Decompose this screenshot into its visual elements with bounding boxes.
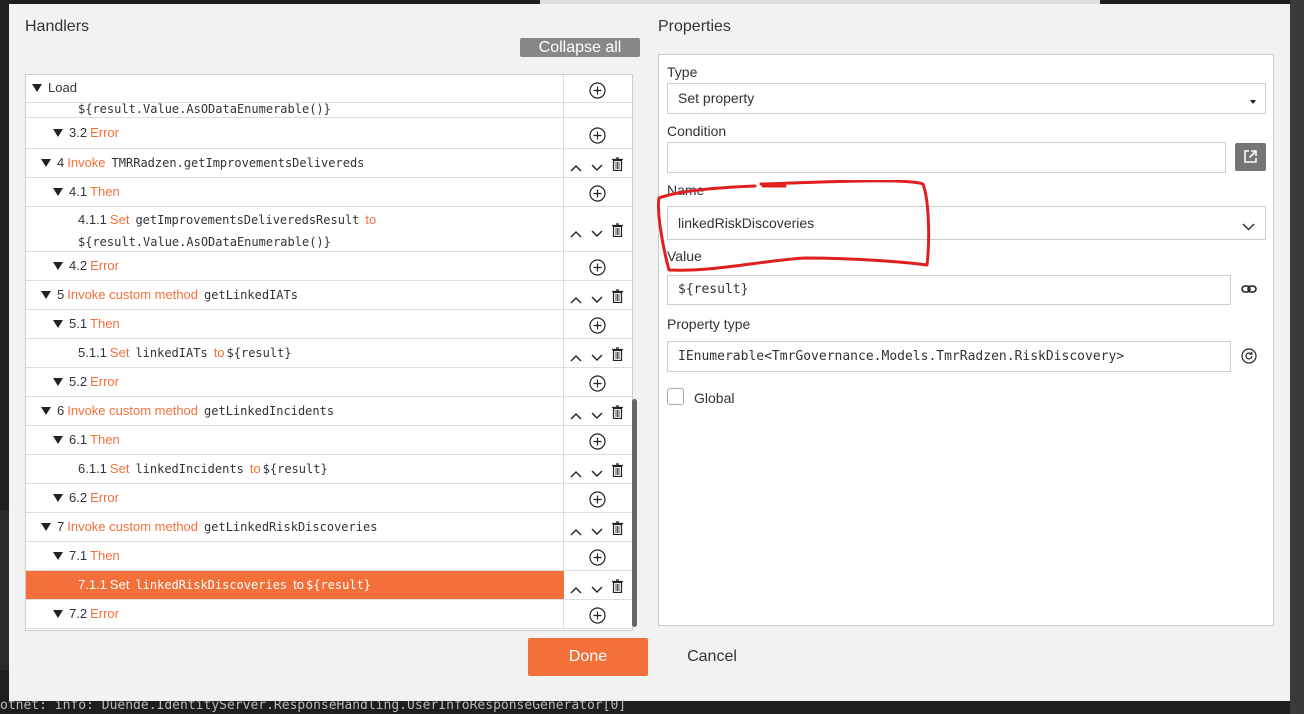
move-down-icon[interactable] — [591, 292, 603, 303]
expand-triangle-icon[interactable] — [41, 407, 51, 415]
move-up-icon[interactable] — [570, 466, 582, 478]
add-icon[interactable] — [589, 82, 606, 99]
delete-icon[interactable] — [612, 157, 623, 172]
handler-row-4-2[interactable]: 4.2 Error — [26, 252, 632, 281]
move-down-icon[interactable] — [591, 582, 603, 593]
add-icon[interactable] — [589, 317, 606, 334]
type-select[interactable]: Set property — [667, 83, 1266, 114]
handler-row-7[interactable]: 7 Invoke custom method getLinkedRiskDiscov… — [26, 513, 632, 542]
move-up-icon[interactable] — [570, 160, 582, 172]
move-down-icon[interactable] — [591, 226, 603, 237]
handler-row-6[interactable]: 6 Invoke custom method getLinkedIncidents — [26, 397, 632, 426]
move-down-icon[interactable] — [591, 408, 603, 419]
handler-row-7-2[interactable]: 7.2 Error — [26, 600, 632, 629]
properties-title: Properties — [658, 18, 731, 35]
open-expression-editor-button[interactable] — [1235, 143, 1266, 171]
link-icon[interactable] — [1241, 283, 1257, 295]
delete-icon[interactable] — [612, 579, 623, 594]
red-annotation-outline — [657, 180, 931, 272]
handler-row-6-2[interactable]: 6.2 Error — [26, 484, 632, 513]
external-link-icon — [1243, 149, 1258, 164]
handler-row-3-1-1-tail[interactable]: ${result.Value.AsODataEnumerable()} — [26, 102, 632, 118]
expand-triangle-icon[interactable] — [53, 436, 63, 444]
delete-icon[interactable] — [612, 405, 623, 420]
properties-panel: Type Set property Condition Name linkedR… — [658, 54, 1274, 626]
handlers-title: Handlers — [25, 18, 90, 35]
expand-triangle-icon[interactable] — [53, 262, 63, 270]
cancel-button[interactable]: Cancel — [669, 638, 755, 676]
event-title: Load — [48, 80, 77, 95]
move-down-icon[interactable] — [591, 466, 603, 477]
handler-row-5-2[interactable]: 5.2 Error — [26, 368, 632, 397]
property-type-text: IEnumerable<TmrGovernance.Models.TmrRadz… — [678, 349, 1125, 364]
condition-input[interactable] — [667, 142, 1226, 173]
delete-icon[interactable] — [612, 463, 623, 478]
condition-label: Condition — [667, 123, 727, 139]
expand-triangle-icon[interactable] — [41, 523, 51, 531]
handler-row-4[interactable]: 4 Invoke TMRRadzen.getImprovementsDelivere… — [26, 149, 632, 178]
handlers-tree: Load ${result.Value.AsODataEnumerable()}… — [25, 74, 633, 631]
move-up-icon[interactable] — [570, 226, 582, 238]
value-input-text: ${result} — [678, 282, 749, 297]
collapse-all-button[interactable]: Collapse all — [520, 38, 640, 57]
background-right-panel — [1290, 0, 1304, 714]
handler-row-7-1[interactable]: 7.1 Then — [26, 542, 632, 571]
handler-row-5-1-1[interactable]: 5.1.1 Set linkedIATs to ${result} — [26, 339, 632, 368]
expand-triangle-icon[interactable] — [53, 378, 63, 386]
caret-down-icon — [1249, 94, 1257, 104]
handler-row-3-2[interactable]: 3.2 Error — [26, 118, 632, 149]
global-label: Global — [694, 390, 735, 406]
handler-row-6-1[interactable]: 6.1 Then — [26, 426, 632, 455]
handler-row-load[interactable]: Load — [26, 75, 632, 103]
delete-icon[interactable] — [612, 223, 623, 238]
move-up-icon[interactable] — [570, 408, 582, 420]
delete-icon[interactable] — [612, 347, 623, 362]
move-down-icon[interactable] — [591, 524, 603, 535]
handler-row-7-1-1-selected[interactable]: 7.1.1 Set linkedRiskDiscoveries to ${result} — [26, 571, 632, 600]
add-icon[interactable] — [589, 127, 606, 144]
global-checkbox[interactable] — [667, 388, 684, 405]
add-icon[interactable] — [589, 259, 606, 276]
move-up-icon[interactable] — [570, 524, 582, 536]
done-button[interactable]: Done — [528, 638, 648, 676]
move-down-icon[interactable] — [591, 350, 603, 361]
property-type-label: Property type — [667, 316, 751, 332]
handler-row-6-1-1[interactable]: 6.1.1 Set linkedIncidents to ${result} — [26, 455, 632, 484]
handler-code: ${result.Value.AsODataEnumerable()} — [78, 102, 331, 116]
handler-row-4-1[interactable]: 4.1 Then — [26, 178, 632, 207]
expand-triangle-icon[interactable] — [41, 159, 51, 167]
expand-triangle-icon[interactable] — [53, 320, 63, 328]
chevron-down-icon — [1242, 219, 1255, 231]
move-up-icon[interactable] — [570, 350, 582, 362]
type-label: Type — [667, 64, 698, 80]
handler-row-5[interactable]: 5 Invoke custom method getLinkedIATs — [26, 281, 632, 310]
expand-triangle-icon[interactable] — [53, 129, 63, 137]
expand-triangle-icon[interactable] — [53, 188, 63, 196]
move-up-icon[interactable] — [570, 582, 582, 594]
handler-row-5-1[interactable]: 5.1 Then — [26, 310, 632, 339]
add-icon[interactable] — [589, 607, 606, 624]
add-icon[interactable] — [589, 185, 606, 202]
property-type-input[interactable]: IEnumerable<TmrGovernance.Models.TmrRadz… — [667, 341, 1231, 372]
expand-triangle-icon[interactable] — [53, 610, 63, 618]
handler-row-4-1-1[interactable]: 4.1.1 Set getImprovementsDeliveredsResult t… — [26, 207, 632, 252]
add-icon[interactable] — [589, 375, 606, 392]
refresh-icon[interactable] — [1241, 348, 1257, 364]
value-input[interactable]: ${result} — [667, 275, 1231, 305]
delete-icon[interactable] — [612, 289, 623, 304]
expand-triangle-icon[interactable] — [41, 291, 51, 299]
handlers-scrollbar[interactable] — [632, 399, 637, 627]
add-icon[interactable] — [589, 491, 606, 508]
move-down-icon[interactable] — [591, 160, 603, 171]
expand-triangle-icon[interactable] — [53, 494, 63, 502]
type-select-value: Set property — [678, 90, 755, 106]
add-icon[interactable] — [589, 433, 606, 450]
expand-triangle-icon[interactable] — [32, 84, 42, 92]
move-up-icon[interactable] — [570, 292, 582, 304]
add-icon[interactable] — [589, 549, 606, 566]
expand-triangle-icon[interactable] — [53, 552, 63, 560]
delete-icon[interactable] — [612, 521, 623, 536]
handlers-dialog: Handlers Collapse all Load ${result.Valu… — [9, 4, 1290, 701]
